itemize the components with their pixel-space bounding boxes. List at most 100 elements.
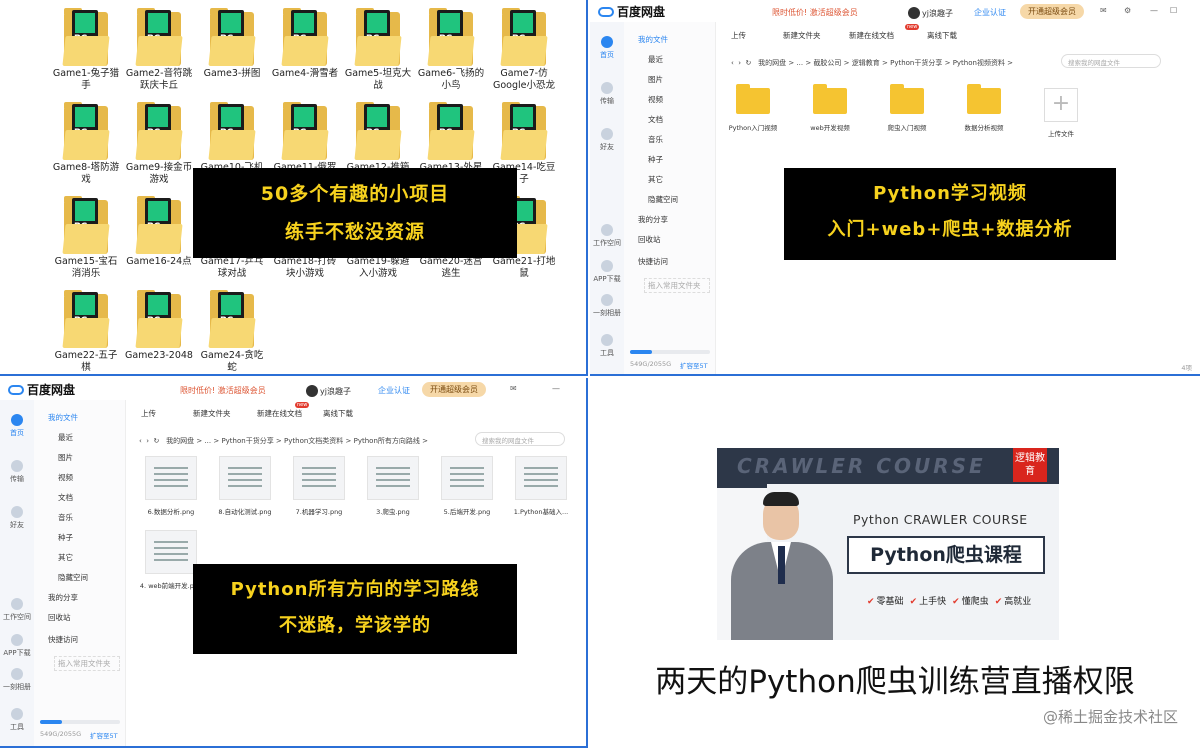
side-quick[interactable]: 快捷访问 [638, 256, 714, 267]
new-folder-button[interactable]: 新建文件夹 [783, 30, 821, 41]
video-folder[interactable]: web开发视频 [800, 88, 860, 132]
crumb[interactable]: ... [204, 437, 211, 445]
avatar[interactable]: yj浪趣子 [306, 385, 351, 397]
side-hidden[interactable]: 隐藏空间 [648, 194, 724, 205]
quick-drop-zone[interactable]: 拖入常用文件夹 [54, 656, 120, 671]
file-thumbnail[interactable]: 6.数据分析.png [135, 456, 207, 516]
cert-link[interactable]: 企业认证 [378, 385, 410, 396]
side-my-files[interactable]: 我的文件 [48, 412, 124, 423]
rail-tools[interactable]: 工具 [0, 708, 34, 732]
game-folder[interactable]: PCGame9-接金币游戏 [123, 102, 195, 186]
app-logo[interactable]: 百度网盘 [8, 381, 75, 398]
crumb[interactable]: 截胶公司 [813, 59, 841, 67]
vip-button[interactable]: 开通超级会员 [1020, 4, 1084, 19]
minimize-icon[interactable]: — [1150, 6, 1158, 15]
upload-button[interactable]: 上传 [141, 408, 156, 419]
upload-button[interactable]: 上传 [731, 30, 746, 41]
game-folder[interactable]: PCGame6-飞扬的小鸟 [415, 8, 487, 92]
rail-album[interactable]: 一刻相册 [0, 668, 34, 692]
side-share[interactable]: 我的分享 [48, 592, 124, 603]
crumb[interactable]: 我的网盘 [758, 59, 786, 67]
game-folder[interactable]: PCGame1-兔子猎手 [50, 8, 122, 92]
rail-friends[interactable]: 好友 [0, 506, 34, 530]
rail-app[interactable]: APP下载 [0, 634, 34, 658]
maximize-icon[interactable]: ☐ [1170, 6, 1177, 15]
search-input[interactable]: 搜索我的网盘文件 [475, 432, 565, 446]
side-quick[interactable]: 快捷访问 [48, 634, 124, 645]
gear-icon[interactable]: ⚙ [1124, 6, 1131, 15]
side-recent[interactable]: 最近 [648, 54, 724, 65]
nav-forward-icon[interactable]: › [738, 59, 741, 67]
side-torrent[interactable]: 种子 [58, 532, 134, 543]
game-folder[interactable]: PCGame2-音符跳跃庆卡丘 [123, 8, 195, 92]
rail-transfer[interactable]: 传输 [0, 460, 34, 484]
side-recent[interactable]: 最近 [58, 432, 134, 443]
crumb[interactable]: 我的网盘 [166, 437, 194, 445]
side-docs[interactable]: 文档 [648, 114, 724, 125]
offline-download-button[interactable]: 离线下载 [927, 30, 957, 41]
rail-home[interactable]: 首页 [0, 414, 34, 438]
rail-tools[interactable]: 工具 [590, 334, 624, 358]
promo-link[interactable]: 限时低价! 激活超级会员 [180, 385, 266, 396]
refresh-icon[interactable]: ↻ [154, 437, 160, 445]
game-folder[interactable]: PCGame7-仿Google小恐龙 [488, 8, 560, 92]
promo-link[interactable]: 限时低价! 激活超级会员 [772, 7, 858, 18]
crumb[interactable]: Python干货分享 [221, 437, 273, 445]
game-folder[interactable]: PCGame4-滑雪者 [269, 8, 341, 80]
new-folder-button[interactable]: 新建文件夹 [193, 408, 231, 419]
search-input[interactable]: 搜索我的网盘文件 [1061, 54, 1161, 68]
side-other[interactable]: 其它 [648, 174, 724, 185]
avatar[interactable]: yj浪趣子 [908, 7, 953, 19]
rail-friends[interactable]: 好友 [590, 128, 624, 152]
side-share[interactable]: 我的分享 [638, 214, 714, 225]
side-hidden[interactable]: 隐藏空间 [58, 572, 134, 583]
app-logo[interactable]: 百度网盘 [598, 3, 665, 20]
crumb[interactable]: Python文档类资料 [284, 437, 343, 445]
game-folder[interactable]: PCGame15-宝石消消乐 [50, 196, 122, 280]
message-icon[interactable]: ✉ [1100, 6, 1107, 15]
side-music[interactable]: 音乐 [648, 134, 724, 145]
crumb[interactable]: Python所有方向路线 [354, 437, 420, 445]
side-trash[interactable]: 回收站 [638, 234, 714, 245]
quick-drop-zone[interactable]: 拖入常用文件夹 [644, 278, 710, 293]
side-videos[interactable]: 视频 [648, 94, 724, 105]
game-folder[interactable]: PCGame16-24点 [123, 196, 195, 268]
game-folder[interactable]: PCGame8-塔防游戏 [50, 102, 122, 186]
file-thumbnail[interactable]: 3.爬虫.png [357, 456, 429, 516]
video-folder[interactable]: 爬虫入门视频 [877, 88, 937, 132]
minimize-icon[interactable]: — [552, 384, 560, 393]
rail-workspace[interactable]: 工作空间 [590, 224, 624, 248]
nav-back-icon[interactable]: ‹ [731, 59, 734, 67]
crumb[interactable]: Python视频资料 [953, 59, 1005, 67]
file-thumbnail[interactable]: 7.机器学习.png [283, 456, 355, 516]
file-thumbnail[interactable]: 5.后端开发.png [431, 456, 503, 516]
rail-app[interactable]: APP下载 [590, 260, 624, 284]
side-images[interactable]: 图片 [648, 74, 724, 85]
game-folder[interactable]: PCGame24-贪吃蛇 [196, 290, 268, 374]
upload-file-tile[interactable]: +上传文件 [1031, 88, 1091, 138]
rail-home[interactable]: 首页 [590, 36, 624, 60]
side-images[interactable]: 图片 [58, 452, 134, 463]
file-thumbnail[interactable]: 8.自动化测试.png [209, 456, 281, 516]
vip-button[interactable]: 开通超级会员 [422, 382, 486, 397]
crumb[interactable]: 逻辑教育 [852, 59, 880, 67]
side-docs[interactable]: 文档 [58, 492, 134, 503]
side-music[interactable]: 音乐 [58, 512, 134, 523]
crumb[interactable]: Python干货分享 [890, 59, 942, 67]
new-doc-button[interactable]: 新建在线文档 [257, 408, 302, 419]
side-trash[interactable]: 回收站 [48, 612, 124, 623]
cert-link[interactable]: 企业认证 [974, 7, 1006, 18]
side-other[interactable]: 其它 [58, 552, 134, 563]
video-folder[interactable]: Python入门视频 [723, 88, 783, 132]
game-folder[interactable]: PCGame3-拼图 [196, 8, 268, 80]
expand-link[interactable]: 扩容至5T [680, 360, 708, 370]
crumb[interactable]: ... [796, 59, 803, 67]
side-videos[interactable]: 视频 [58, 472, 134, 483]
game-folder[interactable]: PCGame5-坦克大战 [342, 8, 414, 92]
rail-workspace[interactable]: 工作空间 [0, 598, 34, 622]
expand-link[interactable]: 扩容至5T [90, 730, 118, 740]
new-doc-button[interactable]: 新建在线文档 [849, 30, 894, 41]
game-folder[interactable]: PCGame22-五子棋 [50, 290, 122, 374]
nav-forward-icon[interactable]: › [146, 437, 149, 445]
offline-download-button[interactable]: 离线下载 [323, 408, 353, 419]
